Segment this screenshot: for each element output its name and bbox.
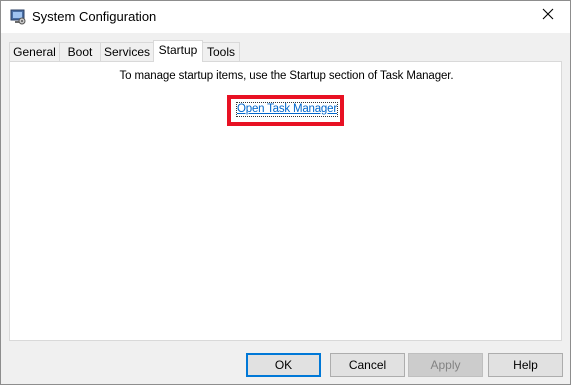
startup-info-text: To manage startup items, use the Startup… <box>119 70 454 82</box>
close-icon <box>542 7 554 25</box>
help-button[interactable]: Help <box>488 353 563 377</box>
close-button[interactable] <box>526 1 570 31</box>
title-bar[interactable]: System Configuration <box>1 1 570 33</box>
tab-tools[interactable]: Tools <box>202 42 240 61</box>
msconfig-icon <box>10 9 26 25</box>
tab-startup[interactable]: Startup <box>153 40 203 62</box>
system-configuration-window: System Configuration General Boot Servic… <box>0 0 571 385</box>
tab-boot[interactable]: Boot <box>59 42 101 61</box>
apply-button[interactable]: Apply <box>408 353 483 377</box>
ok-button[interactable]: OK <box>246 353 321 377</box>
cancel-button[interactable]: Cancel <box>330 353 405 377</box>
window-title: System Configuration <box>32 9 157 24</box>
open-task-manager-link[interactable]: Open Task Manager <box>236 102 338 117</box>
tab-general[interactable]: General <box>9 42 60 61</box>
startup-panel: To manage startup items, use the Startup… <box>9 61 562 341</box>
tab-services[interactable]: Services <box>100 42 154 61</box>
